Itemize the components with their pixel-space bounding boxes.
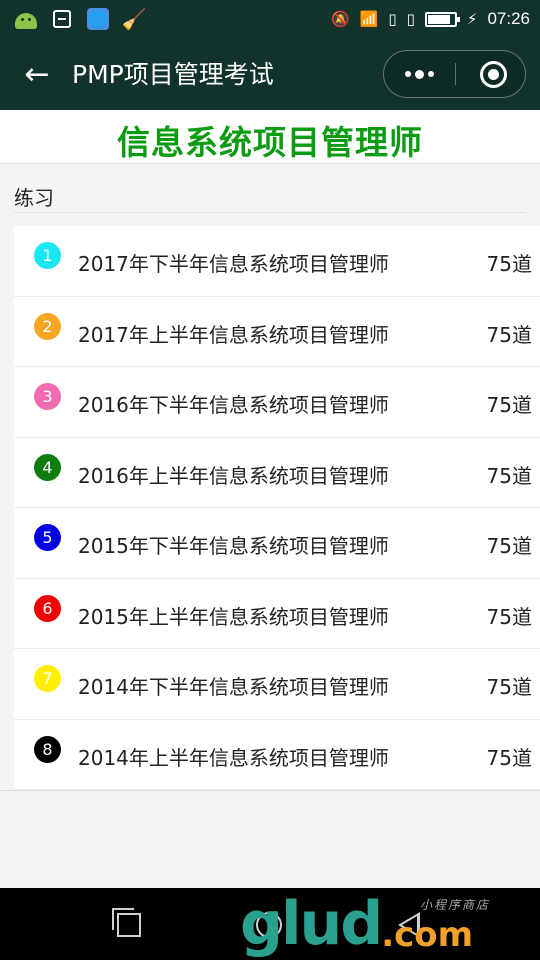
section-divider [14, 212, 526, 213]
battery-icon [424, 11, 460, 27]
exam-row-3[interactable]: 3 2016年下半年信息系统项目管理师 75道 [14, 367, 540, 438]
exam-title: 2016年下半年信息系统项目管理师 [78, 393, 389, 417]
sim-icon: ▯ [388, 10, 397, 28]
page-title: PMP项目管理考试 [72, 60, 274, 89]
exam-row-7[interactable]: 7 2014年下半年信息系统项目管理师 75道 [14, 649, 540, 720]
wifi-icon: 📶 [359, 10, 379, 28]
exam-title: 2017年下半年信息系统项目管理师 [78, 252, 389, 276]
bell-off-icon: 🔕 [331, 10, 350, 28]
scan-icon [50, 7, 74, 31]
question-count: 75道 [486, 322, 532, 347]
android-icon [14, 7, 38, 31]
watermark-small: 小程序商店 [420, 898, 491, 912]
system-back-button[interactable] [398, 912, 420, 938]
exam-row-6[interactable]: 6 2015年上半年信息系统项目管理师 75道 [14, 578, 540, 649]
exam-heading: 信息系统项目管理师 [117, 123, 423, 162]
number-badge: 6 [34, 594, 61, 622]
exam-title: 2014年下半年信息系统项目管理师 [78, 675, 389, 699]
section-label: 练习 [14, 186, 54, 210]
number-badge: 7 [34, 665, 61, 692]
home-button[interactable] [256, 912, 282, 938]
exam-row-4[interactable]: 4 2016年上半年信息系统项目管理师 75道 [14, 437, 540, 508]
globe-icon: 🌐 [87, 8, 109, 30]
status-bar: 🌐 🧹 🔕 📶 ▯ ▯ ⚡ 07:26 [0, 0, 540, 38]
exam-row-2[interactable]: 2 2017年上半年信息系统项目管理师 75道 [14, 296, 540, 367]
number-badge: 8 [34, 735, 61, 763]
charging-icon: ⚡ [466, 10, 478, 28]
question-count: 75道 [486, 252, 532, 276]
exam-title: 2015年上半年信息系统项目管理师 [78, 604, 389, 629]
more-dots-icon [405, 71, 411, 77]
close-mini-program-button[interactable] [480, 61, 507, 88]
exam-row-1[interactable]: 1 2017年下半年信息系统项目管理师 75道 [14, 226, 540, 297]
exam-title: 2014年上半年信息系统项目管理师 [78, 745, 389, 770]
arrow-left-icon: ← [24, 56, 50, 92]
question-count: 75道 [486, 393, 532, 417]
broom-icon: 🧹 [121, 7, 147, 31]
exam-title: 2015年下半年信息系统项目管理师 [78, 534, 389, 558]
recent-apps-button[interactable] [112, 908, 141, 937]
sim-icon: ▯ [406, 10, 415, 28]
status-time: 07:26 [487, 9, 530, 28]
exam-title: 2017年上半年信息系统项目管理师 [78, 322, 389, 347]
number-badge: 3 [34, 383, 61, 410]
mini-program-capsule [383, 50, 526, 98]
question-count: 75道 [486, 675, 532, 699]
back-button[interactable]: ← [20, 56, 54, 92]
number-badge: 4 [34, 453, 61, 481]
number-badge: 2 [34, 312, 61, 340]
exam-list: 1 2017年下半年信息系统项目管理师 75道 2 2017年上半年信息系统项目… [14, 226, 540, 790]
list-bottom-divider [0, 790, 540, 791]
number-badge: 5 [34, 524, 61, 551]
question-count: 75道 [486, 534, 532, 558]
heading-band: 信息系统项目管理师 [0, 110, 540, 164]
question-count: 75道 [486, 745, 532, 770]
capsule-divider [455, 63, 456, 85]
exam-row-5[interactable]: 5 2015年下半年信息系统项目管理师 75道 [14, 508, 540, 579]
number-badge: 1 [34, 242, 61, 269]
nav-bar: ← PMP项目管理考试 [0, 38, 540, 110]
question-count: 75道 [486, 463, 532, 488]
more-button[interactable] [384, 51, 455, 97]
exam-title: 2016年上半年信息系统项目管理师 [78, 463, 389, 488]
exam-row-8[interactable]: 8 2014年上半年信息系统项目管理师 75道 [14, 719, 540, 790]
question-count: 75道 [486, 604, 532, 629]
